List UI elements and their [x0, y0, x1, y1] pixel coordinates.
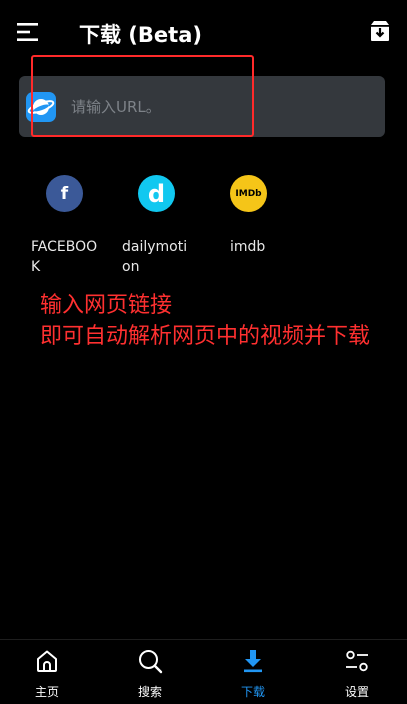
nav-label: 设置	[344, 685, 369, 699]
nav-label: 搜索	[137, 685, 162, 699]
site-label: dailymotion	[122, 239, 188, 275]
imdb-icon: IMDb	[230, 175, 267, 212]
nav-label: 主页	[34, 685, 59, 699]
download-icon	[244, 650, 262, 673]
nav-label: 下载	[240, 685, 265, 699]
site-label: FACEBOOK	[31, 239, 98, 275]
annotation-text: 输入网页链接 即可自动解析网页中的视频并下载	[40, 293, 371, 349]
home-icon	[37, 650, 57, 672]
bottom-nav: 主页 搜索 下载 设置	[0, 639, 407, 704]
nav-download[interactable]: 下载	[218, 648, 288, 700]
site-facebook[interactable]: f FACEBOOK	[31, 175, 111, 277]
search-icon	[139, 650, 163, 674]
highlight-frame	[31, 55, 254, 137]
page-title: 下载 (Beta)	[79, 23, 202, 47]
download-manager-icon[interactable]	[368, 19, 392, 43]
site-imdb[interactable]: IMDb imdb	[230, 175, 310, 257]
facebook-icon: f	[46, 175, 83, 212]
settings-icon	[346, 650, 368, 672]
dailymotion-icon: d	[138, 175, 175, 212]
site-label: imdb	[230, 239, 266, 255]
nav-search[interactable]: 搜索	[115, 648, 185, 700]
menu-icon[interactable]	[16, 22, 40, 42]
nav-settings[interactable]: 设置	[322, 648, 392, 700]
site-dailymotion[interactable]: d dailymotion	[122, 175, 202, 277]
nav-home[interactable]: 主页	[12, 648, 82, 700]
